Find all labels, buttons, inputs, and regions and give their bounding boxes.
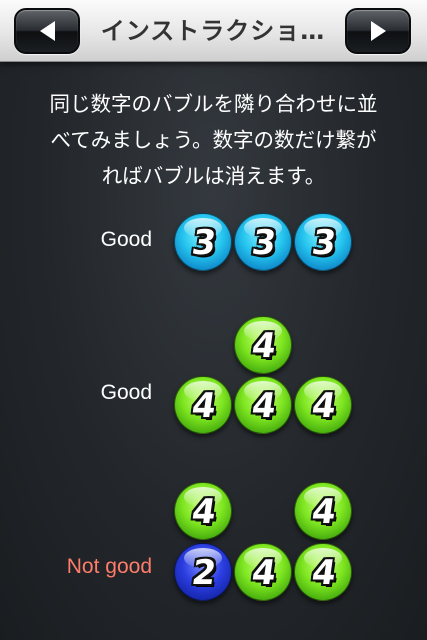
bubble-4: 4 [234,376,292,434]
instructions-line-2: べてみましょう。数字の数だけ繋が [50,128,377,152]
triangle-left-icon [40,21,55,41]
triangle-right-icon [371,21,386,41]
bubble-4: 4 [294,482,352,540]
bubble-2: 2 [174,543,232,601]
example-1-label: Good [100,228,152,251]
bubble-4: 4 [234,316,292,374]
bubble-4: 4 [294,543,352,601]
bubble-3: 3 [174,213,232,271]
page-title: インストラクショ… [100,17,326,45]
prev-button[interactable] [14,8,80,54]
example-3-label: Not good [66,555,152,578]
bubble-4: 4 [174,482,232,540]
bubble-4: 4 [294,376,352,434]
instructions-text: 同じ数字のバブルを隣り合わせに並 べてみましょう。数字の数だけ繋が ればバブルは… [20,86,407,194]
instructions-line-1: 同じ数字のバブルを隣り合わせに並 [49,92,378,116]
next-button[interactable] [345,8,411,54]
bubble-3: 3 [234,213,292,271]
header-bar: インストラクショ… [0,0,427,62]
instructions-line-3: ればバブルは消えます。 [101,164,326,188]
example-2-label: Good [100,381,152,404]
bubble-3: 3 [294,213,352,271]
bubble-4: 4 [174,376,232,434]
bubble-4: 4 [234,543,292,601]
